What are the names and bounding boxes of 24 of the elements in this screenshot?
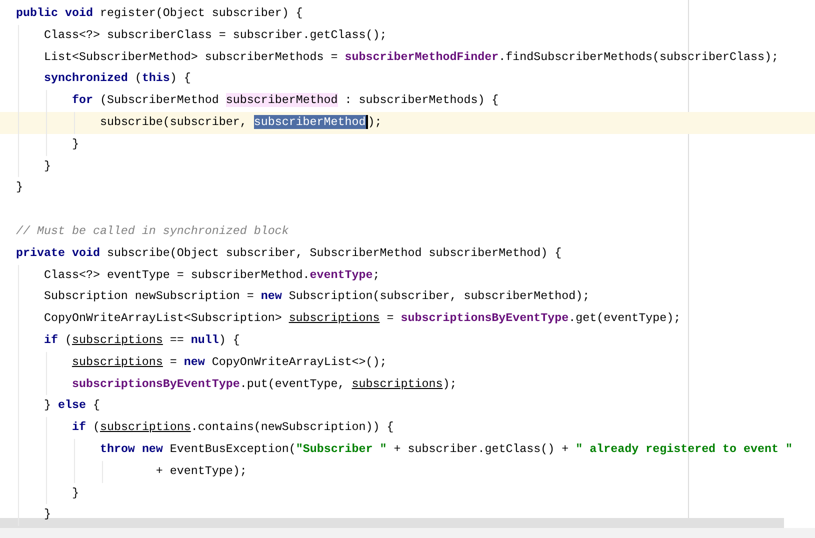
code-line: if (subscriptions.contains(newSubscription)) {	[72, 419, 394, 436]
code-line: subscribe(subscriber, subscriberMethod );	[100, 114, 382, 131]
code-line: Class<?> subscriberClass = subscriber.getClass();	[44, 26, 387, 44]
code-line: Subscription newSubscription = new Subscription(subscriber, subscriberMethod);	[44, 288, 590, 306]
code-line: }	[44, 158, 51, 175]
code-line: private void subscribe(Object subscriber, SubscriberMethod subscriberMethod) {	[16, 244, 562, 262]
code-line: }	[72, 136, 79, 153]
code-line: List<SubscriberMethod> subscriberMethods = subscriberMethodFinder.findSubscriberMethods(subscriberClass);	[44, 48, 778, 66]
code-line: + eventType);	[156, 462, 247, 480]
code-line: }	[44, 506, 51, 524]
code-line: // Must be called in synchronized block	[16, 222, 289, 240]
code-line: subscriptionsByEventType.put(eventType, subscriptions);	[72, 376, 457, 393]
code-line: }	[72, 484, 79, 502]
code-line: if (subscriptions == null) {	[44, 332, 240, 349]
code-line: public void register(Object subscriber) {	[16, 5, 303, 22]
code-line: CopyOnWriteArrayList<Subscription> subscriptions = subscriptionsByEventType.get(eventType);	[44, 310, 681, 328]
code-line: for (SubscriberMethod subscriberMethod : subscriberMethods) {	[72, 92, 499, 110]
code-line: subscriptions = new CopyOnWriteArrayList<>();	[72, 354, 387, 371]
code-line: } else {	[44, 397, 100, 414]
code-line: throw new EventBusException("Subscriber " + subscriber.getClass() + " already registered to event "	[100, 440, 792, 458]
code-line: synchronized (this) {	[44, 70, 191, 88]
code-line: Class<?> eventType = subscriberMethod.eventType;	[44, 266, 380, 284]
horizontal-scrollbar[interactable]	[0, 518, 784, 528]
code-line: }	[16, 179, 23, 196]
